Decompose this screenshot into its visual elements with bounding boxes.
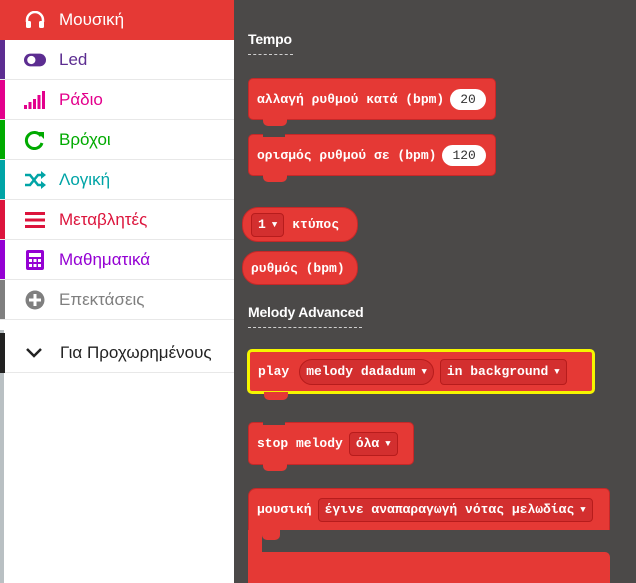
category-label: Μαθηματικά bbox=[59, 250, 151, 269]
dropdown-arrow-icon: ▼ bbox=[554, 366, 560, 377]
melody-dropdown[interactable]: melody dadadum ▼ bbox=[299, 358, 434, 385]
beat-label: κτύπος bbox=[292, 217, 340, 232]
category-logic[interactable]: Λογική bbox=[0, 160, 234, 200]
advanced-label: Για Προχωρημένους bbox=[60, 343, 212, 362]
calculator-icon bbox=[24, 250, 46, 270]
dropdown-arrow-icon: ▼ bbox=[385, 438, 391, 449]
category-music[interactable]: Μουσική bbox=[0, 0, 234, 40]
dropdown-arrow-icon: ▼ bbox=[271, 219, 278, 230]
chevron-down-icon bbox=[26, 345, 42, 363]
toggle-icon bbox=[24, 50, 46, 70]
set-tempo-input[interactable]: 120 bbox=[442, 144, 486, 166]
category-label: Επεκτάσεις bbox=[59, 290, 145, 309]
music-event-notch bbox=[262, 530, 280, 540]
toolbox-sidebar: Μουσική Led Ράδιο Βρόχοι Λογική Μεταβλητ… bbox=[0, 0, 234, 583]
advanced-toggle[interactable]: Για Προχωρημένους bbox=[0, 333, 234, 373]
music-event-header: μουσική έγινε αναπαραγωγή νότας μελωδίας… bbox=[248, 488, 610, 530]
dropdown-arrow-icon: ▼ bbox=[421, 366, 427, 377]
tempo-heading: Tempo bbox=[248, 31, 292, 47]
category-label: Μεταβλητές bbox=[59, 210, 148, 229]
melody-value: melody dadadum bbox=[306, 364, 416, 379]
melody-advanced-heading: Melody Advanced bbox=[248, 304, 364, 320]
beat-reporter[interactable]: 1 ▼ κτύπος bbox=[242, 207, 358, 242]
music-event-footer bbox=[248, 552, 610, 583]
change-tempo-input[interactable]: 20 bbox=[450, 88, 486, 110]
set-tempo-label: ορισμός ρυθμού σε (bpm) bbox=[257, 147, 437, 163]
music-event-value: έγινε αναπαραγωγή νότας μελωδίας bbox=[324, 502, 575, 517]
music-event-block[interactable]: μουσική έγινε αναπαραγωγή νότας μελωδίας… bbox=[248, 488, 610, 583]
play-mode-dropdown[interactable]: in background ▼ bbox=[439, 358, 567, 385]
beat-value: 1 bbox=[258, 217, 266, 232]
change-tempo-block[interactable]: αλλαγή ρυθμού κατά (bpm) 20 bbox=[248, 78, 496, 126]
category-label: Βρόχοι bbox=[59, 130, 111, 149]
list-icon bbox=[24, 210, 46, 230]
shuffle-icon bbox=[24, 170, 46, 190]
set-tempo-block[interactable]: ορισμός ρυθμού σε (bpm) 120 bbox=[248, 133, 496, 182]
category-loops[interactable]: Βρόχοι bbox=[0, 120, 234, 160]
loop-icon bbox=[24, 130, 46, 150]
stop-melody-label: stop melody bbox=[257, 436, 343, 451]
category-label: Μουσική bbox=[59, 10, 125, 29]
dropdown-arrow-icon: ▼ bbox=[580, 504, 586, 515]
play-label: play bbox=[258, 364, 290, 379]
music-event-dropdown[interactable]: έγινε αναπαραγωγή νότας μελωδίας ▼ bbox=[317, 497, 593, 522]
beat-dropdown[interactable]: 1 ▼ bbox=[251, 212, 285, 237]
category-extensions[interactable]: Επεκτάσεις bbox=[0, 280, 234, 320]
category-label: Ράδιο bbox=[59, 90, 103, 109]
plus-circle-icon bbox=[24, 290, 46, 310]
stop-option-dropdown[interactable]: όλα ▼ bbox=[348, 431, 398, 456]
signal-bars-icon bbox=[24, 90, 46, 110]
stop-option-value: όλα bbox=[355, 436, 380, 451]
category-led[interactable]: Led bbox=[0, 40, 234, 80]
melody-heading-underline bbox=[248, 327, 362, 328]
change-tempo-label: αλλαγή ρυθμού κατά (bpm) bbox=[257, 91, 445, 107]
category-math[interactable]: Μαθηματικά bbox=[0, 240, 234, 280]
tempo-reporter[interactable]: ρυθμός (bpm) bbox=[242, 251, 358, 285]
category-variables[interactable]: Μεταβλητές bbox=[0, 200, 234, 240]
play-melody-block[interactable]: play melody dadadum ▼ in background ▼ bbox=[247, 349, 595, 400]
stop-melody-block[interactable]: stop melody όλα ▼ bbox=[248, 421, 414, 471]
tempo-heading-underline bbox=[248, 54, 293, 55]
category-label: Led bbox=[59, 50, 88, 69]
play-mode-value: in background bbox=[446, 364, 549, 379]
category-label: Λογική bbox=[59, 170, 111, 189]
category-radio[interactable]: Ράδιο bbox=[0, 80, 234, 120]
tempo-reporter-label: ρυθμός (bpm) bbox=[251, 260, 345, 276]
music-event-label: μουσική bbox=[257, 502, 312, 517]
headphones-icon bbox=[24, 10, 46, 30]
